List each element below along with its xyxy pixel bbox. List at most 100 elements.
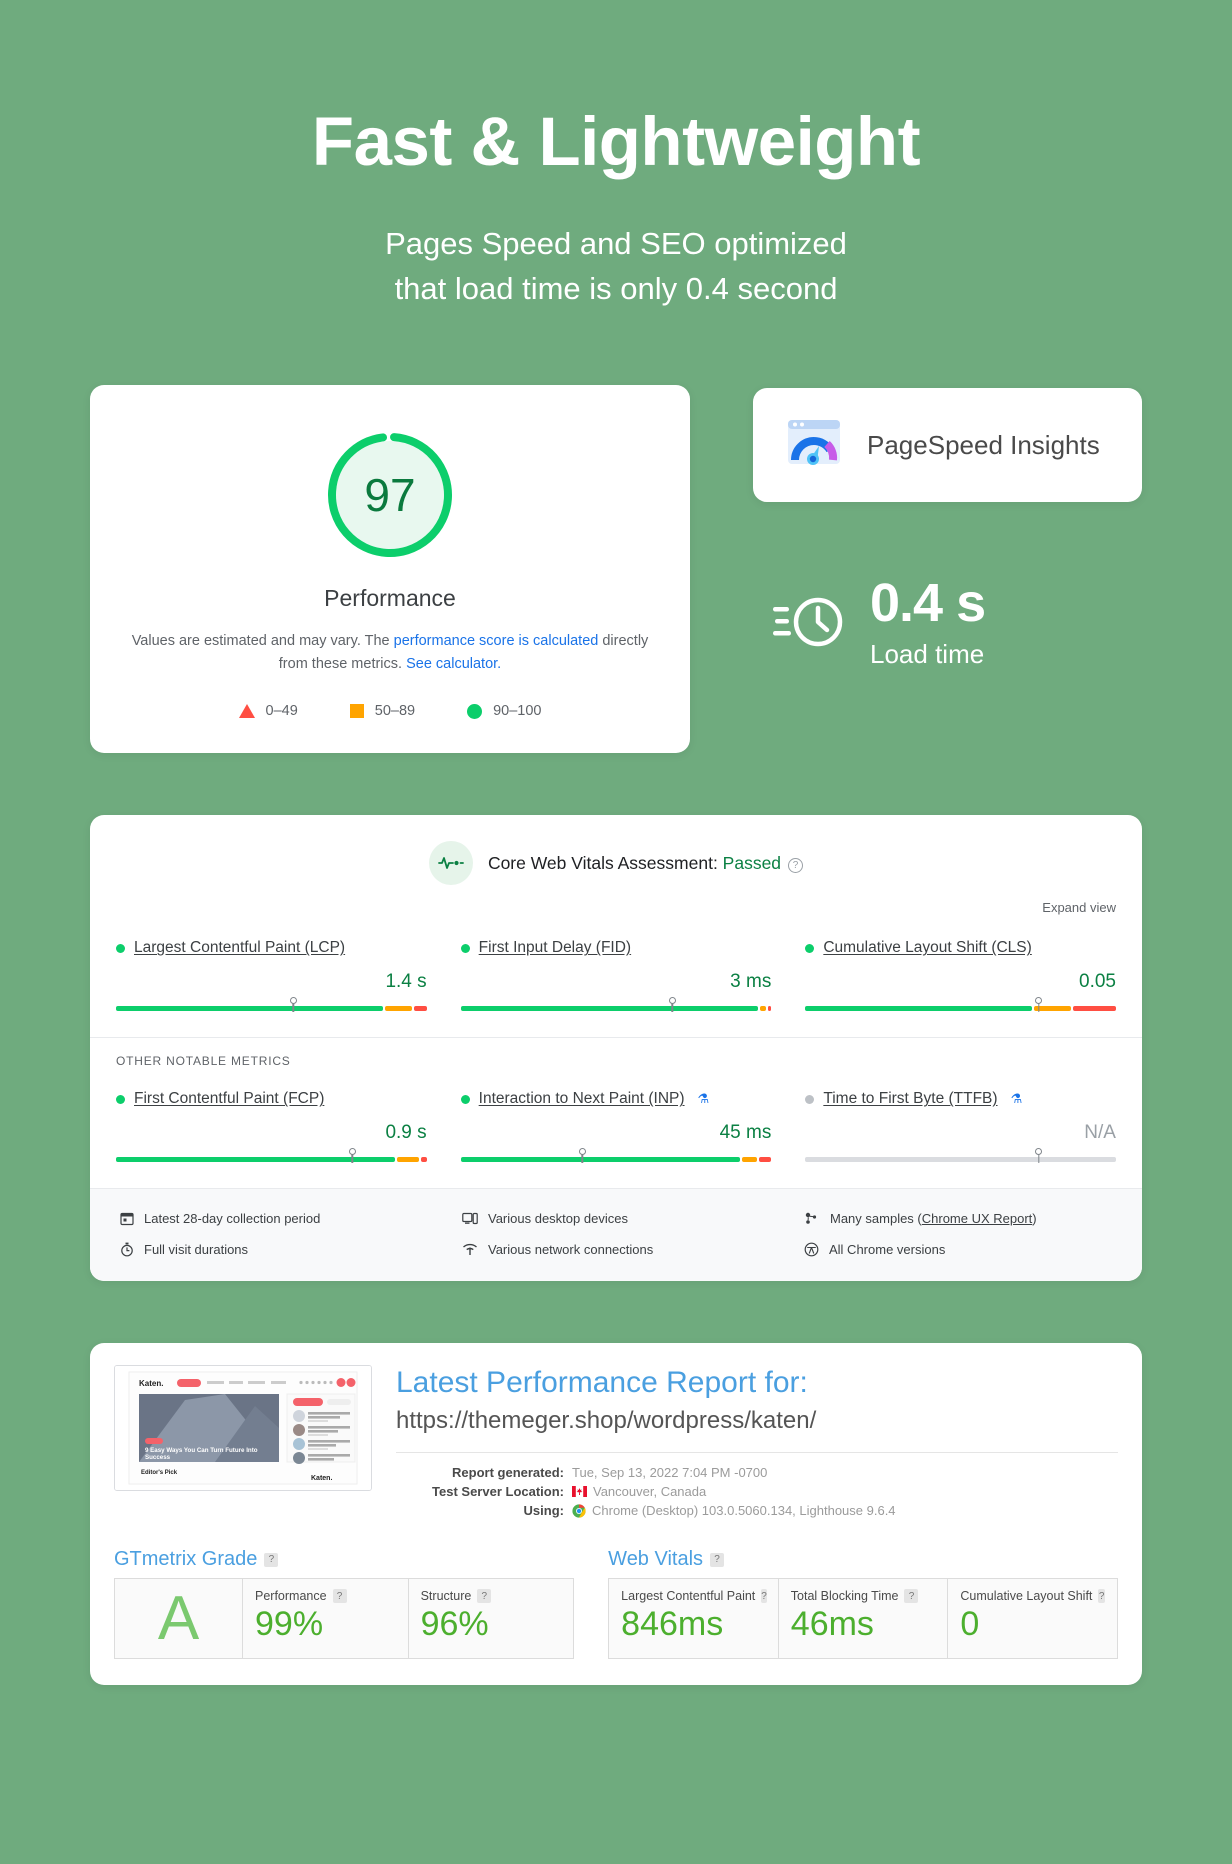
meta-using-value: Chrome (Desktop) 103.0.5060.134, Lightho… <box>592 1503 896 1519</box>
pagespeed-insights-label: PageSpeed Insights <box>867 429 1100 460</box>
help-icon[interactable]: ? <box>710 1552 725 1567</box>
gtmetrix-grade-block: GTmetrix Grade ? A Performance ? 99% Str… <box>114 1548 575 1660</box>
grade-structure-value: 96% <box>420 1605 489 1644</box>
svg-text:Katen.: Katen. <box>311 1475 332 1482</box>
gtmetrix-top: Katen. 9 Easy Ways You Can Turn Future I… <box>114 1365 1118 1522</box>
top-cards-row: 97 Performance Values are estimated and … <box>0 385 1232 754</box>
cwv-footer: Latest 28-day collection period Various … <box>90 1188 1142 1282</box>
gtmetrix-grade-table: A Performance ? 99% Structure ? 96% <box>114 1578 575 1660</box>
legend-item-good: 90–100 <box>467 703 541 719</box>
grade-metric-performance: Performance ? 99% <box>243 1579 409 1659</box>
footer-collection-period: Latest 28-day collection period <box>120 1207 428 1230</box>
meta-report-generated: Report generated: Tue, Sep 13, 2022 7:04… <box>396 1465 1118 1480</box>
site-thumbnail[interactable]: Katen. 9 Easy Ways You Can Turn Future I… <box>114 1365 372 1492</box>
meta-server-location-label: Test Server Location: <box>432 1484 564 1500</box>
see-calculator-link[interactable]: See calculator. <box>406 656 501 672</box>
legend-range-good: 90–100 <box>493 703 542 720</box>
primary-metrics-grid: Largest Contentful Paint (LCP) 1.4 s Fir… <box>90 917 1142 1037</box>
load-time-value: 0.4 s <box>870 573 986 634</box>
metric-fcp-needle <box>348 1148 356 1156</box>
vitals-metric-tbt: Total Blocking Time ? 46ms <box>779 1579 949 1659</box>
triangle-icon <box>238 704 255 719</box>
chrome-icon <box>572 1503 586 1518</box>
web-vitals-table: Largest Contentful Paint ? 846ms Total B… <box>608 1578 1118 1660</box>
vitals-tbt-value: 46ms <box>790 1605 874 1644</box>
question-mark-icon[interactable]: ? <box>788 857 804 873</box>
metric-ttfb-label[interactable]: Time to First Byte (TTFB) <box>823 1090 997 1108</box>
score-legend: 0–49 50–89 90–100 <box>118 703 662 719</box>
metric-inp-value: 45 ms <box>719 1122 772 1144</box>
svg-text:Editor's Pick: Editor's Pick <box>141 1470 178 1476</box>
metric-cls-value: 0.05 <box>1079 971 1116 993</box>
legend-item-poor: 0–49 <box>238 703 298 719</box>
help-icon[interactable]: ? <box>1098 1589 1105 1604</box>
cwv-assessment-title: Core Web Vitals Assessment: Passed? <box>488 853 804 874</box>
gtmetrix-url[interactable]: https://themeger.shop/wordpress/katen/ <box>396 1407 1118 1436</box>
meta-server-location: Test Server Location: Vancouver, Canada <box>396 1484 1118 1499</box>
metric-lcp-label[interactable]: Largest Contentful Paint (LCP) <box>134 939 345 957</box>
footer-network-connections: Various network connections <box>462 1238 770 1261</box>
grade-structure-label: Structure <box>420 1589 472 1604</box>
meta-using: Using: Chrome (Desktop) 103.0.5060.134, … <box>396 1503 1118 1518</box>
gtmetrix-grade-title: GTmetrix Grade <box>114 1548 258 1571</box>
help-icon[interactable]: ? <box>332 1589 347 1604</box>
grade-performance-label: Performance <box>255 1589 327 1604</box>
footer-chrome-versions: All Chrome versions <box>804 1238 1112 1261</box>
performance-gauge: 97 <box>118 427 662 563</box>
help-icon[interactable]: ? <box>477 1589 492 1604</box>
grade-metric-structure: Structure ? 96% <box>409 1579 574 1658</box>
svg-text:9 Easy Ways You Can Turn Futur: 9 Easy Ways You Can Turn Future Into <box>145 1447 258 1454</box>
metric-lcp-value: 1.4 s <box>385 971 427 993</box>
metric-inp-label[interactable]: Interaction to Next Paint (INP) <box>479 1090 685 1108</box>
hero-subtitle-line-2: that load time is only 0.4 second <box>394 271 838 307</box>
metric-fcp-label[interactable]: First Contentful Paint (FCP) <box>134 1090 324 1108</box>
metric-fcp: First Contentful Paint (FCP) 0.9 s <box>116 1090 427 1163</box>
right-column: PageSpeed Insights 0.4 s Load time <box>753 385 1142 670</box>
metric-fcp-bar <box>116 1148 427 1163</box>
core-web-vitals-card: Core Web Vitals Assessment: Passed? Expa… <box>90 815 1142 1282</box>
help-icon[interactable]: ? <box>904 1589 919 1604</box>
heartbeat-icon <box>438 857 464 870</box>
calendar-icon <box>120 1213 134 1226</box>
vitals-lcp-value: 846ms <box>621 1605 724 1644</box>
legend-item-average: 50–89 <box>349 703 415 719</box>
performance-label: Performance <box>324 585 456 612</box>
footer-visit-durations-text: Full visit durations <box>144 1242 249 1258</box>
performance-description: Values are estimated and may vary. The p… <box>118 630 662 675</box>
svg-text:Success: Success <box>145 1454 171 1461</box>
metric-lcp-needle <box>289 997 297 1005</box>
desc-prefix: Values are estimated and may vary. The <box>131 633 394 650</box>
hero-section: Fast & Lightweight Pages Speed and SEO o… <box>0 0 1232 312</box>
footer-collection-period-text: Latest 28-day collection period <box>144 1211 321 1227</box>
vitals-cls-label: Cumulative Layout Shift <box>960 1589 1093 1604</box>
status-dot-grey <box>805 1094 815 1104</box>
load-time-label: Load time <box>870 639 985 670</box>
footer-chrome-versions-text: All Chrome versions <box>829 1242 946 1258</box>
grade-value: A <box>157 1583 200 1653</box>
metric-ttfb: Time to First Byte (TTFB) ⚗ N/A <box>805 1090 1116 1163</box>
gtmetrix-grade-heading: GTmetrix Grade ? <box>114 1548 574 1571</box>
hero-subtitle-line-1: Pages Speed and SEO optimized <box>385 226 847 262</box>
pulse-badge <box>428 841 473 886</box>
help-icon[interactable]: ? <box>761 1589 767 1604</box>
wifi-icon <box>463 1244 477 1256</box>
footer-desktop-devices-text: Various desktop devices <box>488 1211 628 1227</box>
site-thumbnail-preview: Katen. 9 Easy Ways You Can Turn Future I… <box>115 1366 371 1491</box>
pagespeed-insights-icon <box>788 420 840 466</box>
metric-cls-label[interactable]: Cumulative Layout Shift (CLS) <box>823 939 1031 957</box>
grade-cell: A <box>115 1579 243 1659</box>
vitals-cls-value: 0 <box>960 1605 980 1644</box>
chrome-ux-report-link[interactable]: Chrome UX Report <box>922 1211 1033 1226</box>
pagespeed-score-card: 97 Performance Values are estimated and … <box>90 385 690 754</box>
gtmetrix-heading: Latest Performance Report for: <box>396 1366 808 1400</box>
metric-fid-label[interactable]: First Input Delay (FID) <box>479 939 631 957</box>
help-icon[interactable]: ? <box>264 1552 279 1567</box>
svg-text:Katen.: Katen. <box>139 1379 163 1388</box>
other-metrics-grid: First Contentful Paint (FCP) 0.9 s Inter… <box>90 1068 1142 1188</box>
metric-inp-bar <box>460 1148 772 1163</box>
metric-cls: Cumulative Layout Shift (CLS) 0.05 <box>805 939 1116 1012</box>
web-vitals-title: Web Vitals <box>608 1548 704 1571</box>
grade-performance-value: 99% <box>255 1605 324 1644</box>
expand-view-link[interactable]: Expand view <box>1042 900 1116 915</box>
performance-score-link[interactable]: performance score is calculated <box>394 633 599 649</box>
